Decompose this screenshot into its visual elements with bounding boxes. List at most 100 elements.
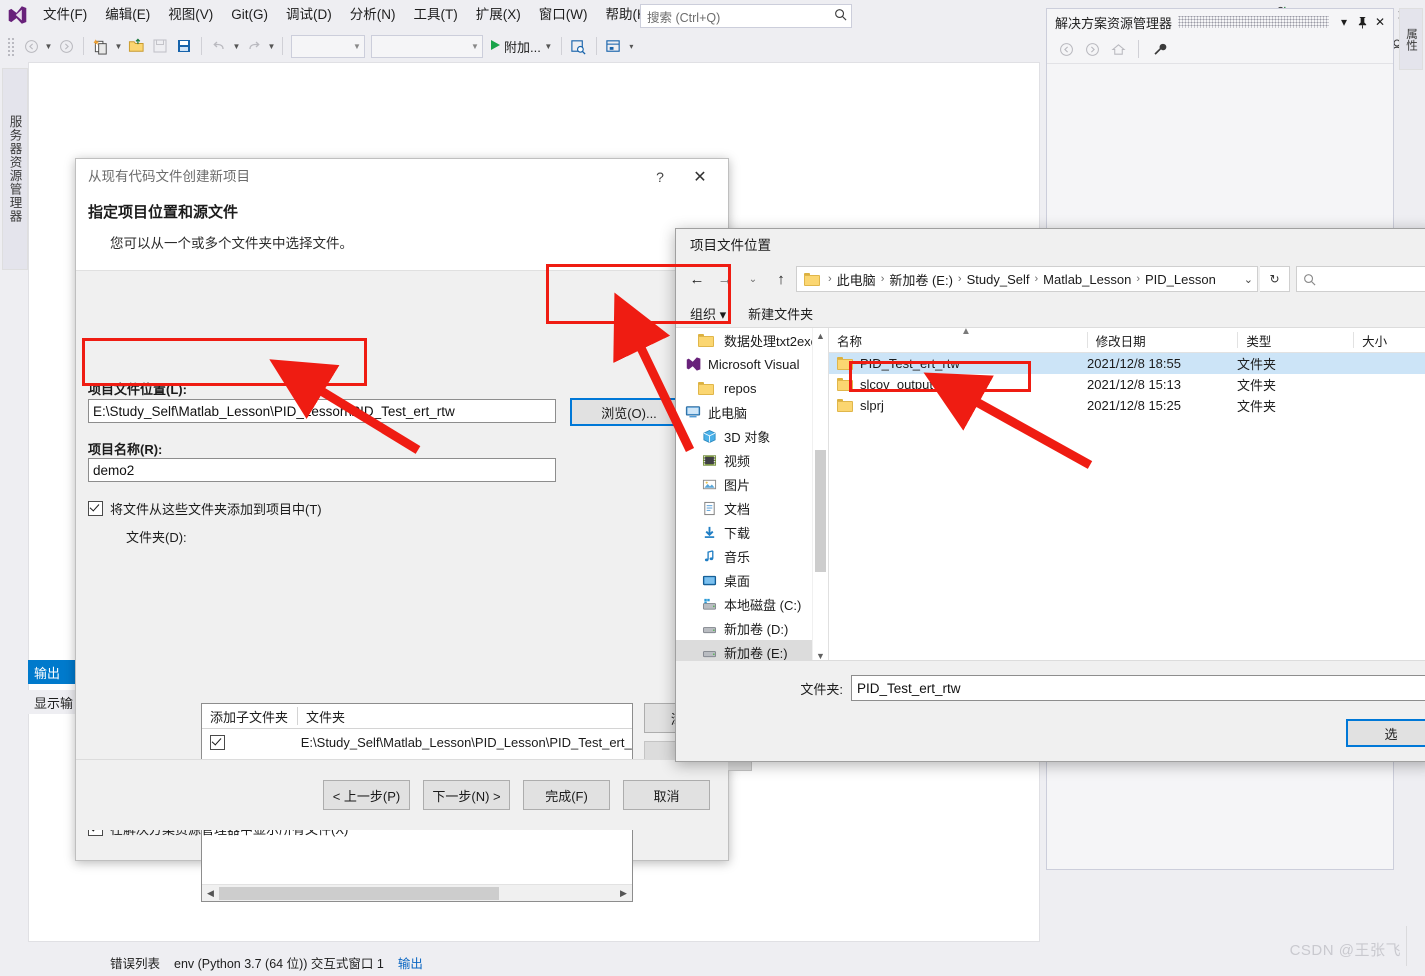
file-name-cell[interactable]: slprj [829, 398, 1087, 413]
save-icon[interactable] [149, 35, 171, 57]
scrollbar-thumb[interactable] [815, 450, 826, 572]
breadcrumb-study-self[interactable]: Study_Self [963, 272, 1034, 287]
previous-button[interactable]: < 上一步(P) [323, 780, 410, 810]
table-row[interactable]: E:\Study_Self\Matlab_Lesson\PID_Lesson\P… [202, 729, 632, 755]
panel-dropdown-icon[interactable]: ▾ [1335, 12, 1353, 32]
folders-grid-hscrollbar[interactable]: ◀ ▶ [202, 884, 632, 901]
forward-icon[interactable]: → [712, 266, 738, 292]
toolbar-grip[interactable] [6, 36, 16, 56]
add-files-checkbox[interactable]: 将文件从这些文件夹添加到项目中(T) [88, 499, 322, 518]
forward-icon[interactable] [1081, 38, 1103, 60]
column-size[interactable]: 大小 [1354, 328, 1425, 352]
platform-combo[interactable]: ▼ [371, 34, 483, 58]
search-box[interactable]: 搜索 (Ctrl+Q) [640, 4, 852, 28]
menu-debug[interactable]: 调试(D) [277, 0, 341, 30]
browse-button[interactable]: 浏览(O)... [570, 398, 688, 426]
save-all-icon[interactable] [173, 35, 195, 57]
attach-button[interactable]: 附加... ▼ [486, 35, 556, 57]
breadcrumb-pid-lesson[interactable]: PID_Lesson [1141, 272, 1220, 287]
scrollbar-thumb[interactable] [219, 886, 499, 900]
folder-name-input[interactable]: PID_Test_ert_rtw [851, 675, 1425, 701]
new-project-dropdown-icon[interactable]: ▼ [113, 35, 124, 57]
table-row[interactable]: PID_Test_ert_rtw 2021/12/8 18:55 文件夹 [829, 353, 1425, 374]
column-add-subfolders[interactable]: 添加子文件夹 [202, 707, 297, 726]
menu-tools[interactable]: 工具(T) [405, 0, 467, 30]
status-output[interactable]: 输出 [398, 953, 437, 972]
menu-window[interactable]: 窗口(W) [530, 0, 597, 30]
back-icon[interactable]: ← [684, 266, 710, 292]
navigate-forward-icon[interactable] [55, 35, 77, 57]
finish-button[interactable]: 完成(F) [523, 780, 610, 810]
menu-file[interactable]: 文件(F) [34, 0, 96, 30]
project-name-input[interactable]: demo2 [88, 458, 556, 482]
nav-item-local-disk-c[interactable]: 本地磁盘 (C:) [676, 592, 828, 616]
nav-item-this-pc[interactable]: 此电脑 [676, 400, 828, 424]
project-location-input[interactable]: E:\Study_Self\Matlab_Lesson\PID_Lesson\P… [88, 399, 556, 423]
breadcrumb-dropdown-icon[interactable]: ⌄ [1240, 273, 1257, 286]
new-folder-button[interactable]: 新建文件夹 [748, 304, 813, 323]
scroll-right-icon[interactable]: ▶ [615, 885, 632, 902]
menu-edit[interactable]: 编辑(E) [96, 0, 159, 30]
checkbox-box[interactable] [210, 734, 225, 750]
breadcrumb[interactable]: › 此电脑 › 新加卷 (E:) › Study_Self › Matlab_L… [796, 266, 1258, 292]
up-icon[interactable]: ↑ [768, 266, 794, 292]
toolbar-overflow-icon[interactable]: ▾ [626, 35, 637, 57]
nav-item-downloads[interactable]: 下载 [676, 520, 828, 544]
column-type[interactable]: 类型 [1238, 328, 1353, 352]
wizard-close-icon[interactable]: ✕ [684, 165, 716, 189]
menu-git[interactable]: Git(G) [222, 0, 277, 30]
sidebar-tab-properties[interactable]: 属性 [1399, 8, 1423, 70]
layout-icon[interactable] [603, 35, 625, 57]
cancel-button[interactable]: 取消 [623, 780, 710, 810]
nav-item-data-processing[interactable]: 数据处理txt2exc [676, 328, 828, 352]
column-folder[interactable]: 文件夹 [298, 707, 345, 726]
column-name[interactable]: 名称 [829, 328, 1087, 352]
nav-item-desktop[interactable]: 桌面 [676, 568, 828, 592]
navigate-back-dropdown-icon[interactable]: ▼ [43, 35, 54, 57]
chevron-down-icon[interactable]: ▼ [350, 42, 364, 51]
new-project-icon[interactable] [90, 35, 112, 57]
status-error-list[interactable]: 错误列表 [28, 953, 174, 972]
file-name-cell[interactable]: slcov_output [829, 377, 1087, 392]
column-date-modified[interactable]: 修改日期 [1088, 328, 1238, 352]
scroll-up-icon[interactable]: ▲ [813, 328, 828, 344]
scroll-left-icon[interactable]: ◀ [202, 885, 219, 902]
table-row[interactable]: slprj 2021/12/8 15:25 文件夹 [829, 395, 1425, 416]
wrench-icon[interactable] [1148, 38, 1170, 60]
file-list[interactable]: 名称 修改日期 类型 大小 ▲ PID_Test_ert_rtw 2021/12… [829, 328, 1425, 664]
table-row[interactable]: slcov_output 2021/12/8 15:13 文件夹 [829, 374, 1425, 395]
status-interactive-window[interactable]: env (Python 3.7 (64 位)) 交互式窗口 1 [174, 953, 398, 972]
row-subfolder-checkbox[interactable] [202, 734, 293, 750]
nav-item-music[interactable]: 音乐 [676, 544, 828, 568]
navigate-back-icon[interactable] [20, 35, 42, 57]
search-input[interactable]: 搜索 (Ctrl+Q) [641, 7, 829, 26]
organize-button[interactable]: 组织 ▾ [690, 304, 726, 323]
breadcrumb-matlab-lesson[interactable]: Matlab_Lesson [1039, 272, 1135, 287]
nav-item-microsoft-visual[interactable]: Microsoft Visual [676, 352, 828, 376]
undo-icon[interactable] [208, 35, 230, 57]
configuration-combo[interactable]: ▼ [291, 34, 365, 58]
nav-item-repos[interactable]: repos [676, 376, 828, 400]
open-file-icon[interactable] [125, 35, 147, 57]
panel-close-icon[interactable]: ✕ [1371, 12, 1389, 32]
picker-search-input[interactable] [1296, 266, 1425, 292]
checkbox-box[interactable] [88, 501, 103, 516]
back-icon[interactable] [1055, 38, 1077, 60]
menu-view[interactable]: 视图(V) [159, 0, 222, 30]
undo-dropdown-icon[interactable]: ▼ [231, 35, 242, 57]
nav-item-documents[interactable]: 文档 [676, 496, 828, 520]
breadcrumb-volume-e[interactable]: 新加卷 (E:) [885, 270, 957, 289]
recent-locations-icon[interactable]: ⌄ [740, 266, 766, 292]
breadcrumb-this-pc[interactable]: 此电脑 [833, 270, 880, 289]
menu-extensions[interactable]: 扩展(X) [467, 0, 530, 30]
nav-item-pictures[interactable]: 图片 [676, 472, 828, 496]
redo-icon[interactable] [243, 35, 265, 57]
panel-pin-icon[interactable] [1353, 12, 1371, 32]
nav-item-volume-d[interactable]: 新加卷 (D:) [676, 616, 828, 640]
find-in-files-icon[interactable] [568, 35, 590, 57]
sidebar-tab-server-explorer[interactable]: 服务器资源管理器 [2, 68, 28, 270]
panel-drag-dots[interactable] [1178, 16, 1329, 28]
nav-item-videos[interactable]: 视频 [676, 448, 828, 472]
chevron-down-icon[interactable]: ▼ [468, 42, 482, 51]
menu-analyze[interactable]: 分析(N) [341, 0, 405, 30]
